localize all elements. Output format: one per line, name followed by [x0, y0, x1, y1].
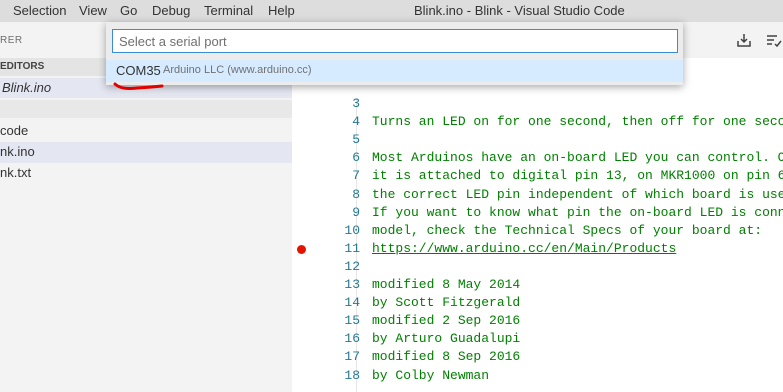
menu-debug[interactable]: Debug [152, 3, 190, 18]
line-number: 10 [292, 222, 360, 240]
line-number-label: 8 [352, 187, 360, 202]
annotation-underline [113, 82, 164, 90]
upload-icon[interactable] [736, 32, 752, 48]
line-number-label: 5 [352, 132, 360, 147]
code-editor[interactable]: 3 4 Turns an LED on for one second, then o… [292, 58, 783, 392]
code-line: Most Arduinos have an on-board LED you c… [372, 150, 783, 165]
line-number: 5 [292, 131, 360, 149]
code-line: by Arturo Guadalupi [372, 331, 521, 346]
line-number: 12 [292, 258, 360, 276]
line-number: 8 [292, 186, 360, 204]
tree-item[interactable]: nk.ino [0, 142, 292, 163]
title-bar: Selection View Go Debug Terminal Help Bl… [0, 0, 783, 22]
line-number-label: 4 [352, 114, 360, 129]
code-line: by Colby Newman [372, 368, 490, 383]
menu-terminal[interactable]: Terminal [204, 3, 253, 18]
window-title: Blink.ino - Blink - Visual Studio Code [414, 3, 625, 18]
line-number-label: 15 [344, 313, 360, 328]
line-number-label: 10 [344, 223, 360, 238]
line-number-label: 11 [344, 241, 360, 256]
line-number-label: 12 [344, 259, 360, 274]
tree-item-label: nk.txt [0, 165, 32, 180]
code-line: modified 8 May 2014 [372, 277, 521, 292]
line-number-label: 16 [344, 331, 360, 346]
verify-icon[interactable] [766, 32, 782, 48]
serial-port-search-input[interactable] [112, 29, 678, 53]
serial-port-option[interactable]: COM35 Arduino LLC (www.arduino.cc) [106, 60, 683, 82]
menu-help[interactable]: Help [268, 3, 295, 18]
line-number-label: 17 [344, 349, 360, 364]
open-editors-label: EDITORS [0, 61, 45, 72]
serial-port-description: Arduino LLC (www.arduino.cc) [163, 64, 312, 76]
menu-selection[interactable]: Selection [13, 3, 66, 18]
code-line: model, check the Technical Specs of your… [372, 223, 763, 238]
line-number: 3 [292, 95, 360, 113]
tree-item-label: nk.ino [0, 144, 35, 159]
folder-header[interactable] [0, 100, 292, 118]
line-number-label: 3 [352, 96, 360, 111]
open-editor-label: Blink.ino [2, 80, 52, 95]
serial-port-quick-pick: COM35 Arduino LLC (www.arduino.cc) [106, 22, 683, 85]
code-line: the correct LED pin independent of which… [372, 187, 783, 202]
tree-item[interactable]: code [0, 121, 292, 142]
line-number: 4 [292, 113, 360, 131]
tree-item[interactable]: nk.txt [0, 163, 292, 184]
line-number-label: 9 [352, 205, 360, 220]
line-number: 14 [292, 294, 360, 312]
tree-item-label: code [0, 123, 29, 138]
menu-go[interactable]: Go [120, 3, 137, 18]
code-line: by Scott Fitzgerald [372, 295, 521, 310]
line-number-label: 14 [344, 295, 360, 310]
line-number: 6 [292, 149, 360, 167]
line-number-label: 18 [344, 368, 360, 383]
code-line: Turns an LED on for one second, then off… [372, 114, 783, 129]
line-number: 17 [292, 348, 360, 366]
explorer-title: RER [0, 35, 23, 46]
line-number-label: 13 [344, 277, 360, 292]
code-line: If you want to know what pin the on-boar… [372, 205, 783, 220]
line-number: 7 [292, 167, 360, 185]
line-number: 13 [292, 276, 360, 294]
breakpoint-icon[interactable] [297, 245, 306, 254]
code-link[interactable]: https://www.arduino.cc/en/Main/Products [372, 241, 676, 259]
line-number-label: 7 [352, 168, 360, 183]
code-line: modified 8 Sep 2016 [372, 349, 521, 364]
explorer-sidebar: EDITORS Blink.ino code nk.ino nk.txt [0, 58, 292, 392]
code-line: modified 2 Sep 2016 [372, 313, 521, 328]
line-number-label: 6 [352, 150, 360, 165]
line-number: 9 [292, 204, 360, 222]
line-number: 15 [292, 312, 360, 330]
serial-port-name: COM35 [116, 63, 161, 78]
code-line: it is attached to digital pin 13, on MKR… [372, 168, 783, 183]
line-number: 16 [292, 330, 360, 348]
menu-view[interactable]: View [79, 3, 107, 18]
line-number: 18 [292, 367, 360, 385]
